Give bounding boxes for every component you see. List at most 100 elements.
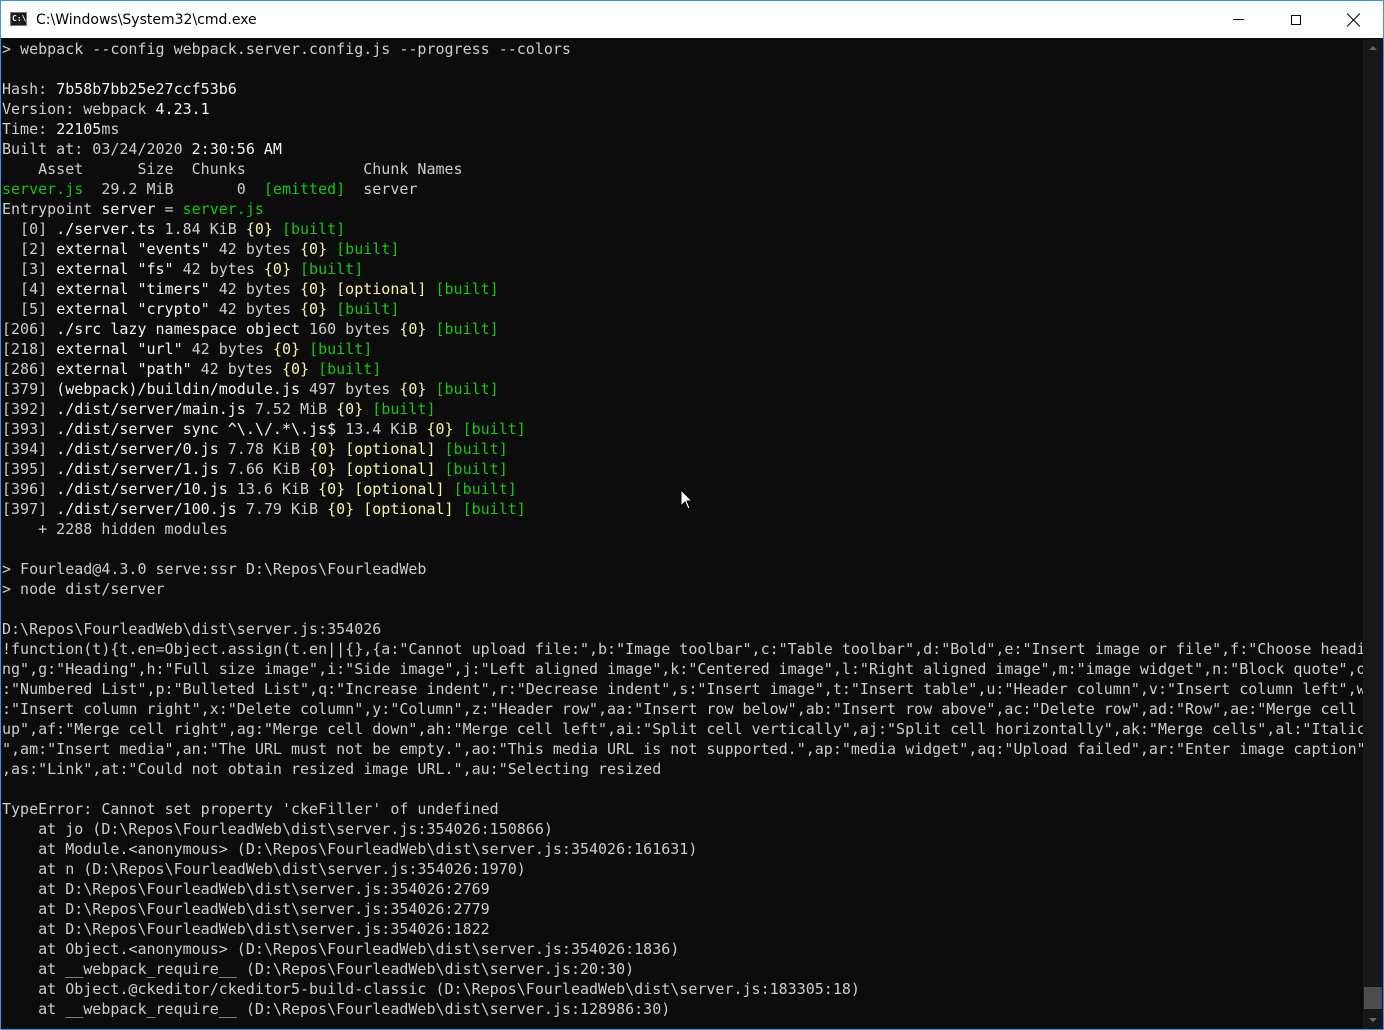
console-text: ./dist/server/0.js bbox=[56, 440, 219, 458]
console-text: Hash: bbox=[2, 80, 57, 98]
console-text: [394] bbox=[2, 440, 57, 458]
scroll-thumb[interactable] bbox=[1364, 987, 1382, 1009]
console-line: :"Numbered List",p:"Bulleted List",q:"In… bbox=[2, 679, 1363, 699]
console-text: [built] bbox=[453, 480, 517, 498]
cmd-app-icon[interactable]: C:\ bbox=[10, 12, 27, 26]
console-line: [218] external "url" 42 bytes {0} [built… bbox=[2, 339, 1363, 359]
console-text: 497 bytes bbox=[300, 380, 400, 398]
console-text: at __webpack_require__ (D:\Repos\Fourlea… bbox=[2, 960, 635, 978]
console-text: {0} bbox=[336, 400, 364, 418]
console-text: 1.84 KiB bbox=[155, 220, 246, 238]
console-text: [built] bbox=[336, 240, 400, 258]
console-text: [optional] bbox=[345, 440, 436, 458]
console-text: external "fs" bbox=[56, 260, 174, 278]
console-text: server.js bbox=[2, 180, 84, 198]
console-text: ./server.ts bbox=[56, 220, 156, 238]
console-line: [395] ./dist/server/1.js 7.66 KiB {0} [o… bbox=[2, 459, 1363, 479]
console-text: [395] bbox=[2, 460, 57, 478]
console-text: ./src lazy namespace object bbox=[56, 320, 301, 338]
console-text: :"Numbered List",p:"Bulleted List",q:"In… bbox=[2, 680, 1363, 698]
console-text: 13.4 KiB bbox=[336, 420, 427, 438]
console-text: external "events" bbox=[56, 240, 210, 258]
console-text: {0} bbox=[272, 340, 301, 358]
arrow-down-icon bbox=[1369, 1018, 1377, 1022]
console-text: Time: bbox=[2, 120, 57, 138]
console-output[interactable]: > webpack --config webpack.server.config… bbox=[2, 39, 1363, 1029]
console-line: > webpack --config webpack.server.config… bbox=[2, 39, 1363, 59]
console-text: TypeError: Cannot set property 'ckeFille… bbox=[2, 800, 499, 818]
console-text: server bbox=[345, 180, 418, 198]
console-text: external "crypto" bbox=[56, 300, 210, 318]
console-text: {0} bbox=[327, 500, 355, 518]
console-line: [393] ./dist/server sync ^\.\/.*\.js$ 13… bbox=[2, 419, 1363, 439]
console-line: at Object.<anonymous> (D:\Repos\Fourlead… bbox=[2, 939, 1363, 959]
console-text: { bbox=[245, 220, 255, 238]
console-text: 4.23.1 bbox=[155, 100, 210, 118]
console-text: [emitted] bbox=[263, 180, 346, 198]
scroll-down-button[interactable] bbox=[1363, 1011, 1383, 1029]
console-line: Asset Size Chunks Chunk Names bbox=[2, 159, 1363, 179]
console-text: 42 bytes bbox=[182, 340, 273, 358]
console-text: [393] bbox=[2, 420, 57, 438]
console-text: [optional] bbox=[354, 480, 445, 498]
console-line: ng",g:"Heading",h:"Full size image",i:"S… bbox=[2, 659, 1363, 679]
console-text: [0] bbox=[2, 220, 57, 238]
console-text: > node dist/server bbox=[2, 580, 165, 598]
minimize-icon bbox=[1232, 19, 1244, 20]
console-text: [379] bbox=[2, 380, 57, 398]
console-text: ./dist/server sync ^\.\/.*\.js$ bbox=[56, 420, 337, 438]
console-text: [built] bbox=[435, 380, 499, 398]
console-text: D:\Repos\FourleadWeb\dist\server.js:3540… bbox=[2, 620, 382, 638]
console-line: Entrypoint server = server.js bbox=[2, 199, 1363, 219]
console-line: [2] external "events" 42 bytes {0} [buil… bbox=[2, 239, 1363, 259]
console-text: [built] bbox=[444, 460, 508, 478]
close-button[interactable] bbox=[1325, 1, 1383, 38]
console-text: up",af:"Merge cell right",ag:"Merge cell… bbox=[2, 720, 1363, 738]
console-text: 7.78 KiB bbox=[218, 440, 310, 458]
window-title: C:\Windows\System32\cmd.exe bbox=[36, 12, 257, 28]
minimize-button[interactable] bbox=[1209, 1, 1267, 38]
console-text: at jo (D:\Repos\FourleadWeb\dist\server.… bbox=[2, 820, 553, 838]
console-line: at D:\Repos\FourleadWeb\dist\server.js:3… bbox=[2, 879, 1363, 899]
scroll-up-button[interactable] bbox=[1363, 39, 1383, 57]
close-icon bbox=[1347, 13, 1361, 27]
maximize-button[interactable] bbox=[1267, 1, 1325, 38]
console-line: server.js 29.2 MiB 0 [emitted] server bbox=[2, 179, 1363, 199]
console-line: at __webpack_require__ (D:\Repos\Fourlea… bbox=[2, 999, 1363, 1019]
console-text: [built] bbox=[336, 300, 400, 318]
console-text: Entrypoint bbox=[2, 200, 102, 218]
console-line: D:\Repos\FourleadWeb\dist\server.js:3540… bbox=[2, 619, 1363, 639]
console-text: {0} bbox=[318, 480, 346, 498]
console-line: Built at: 03/24/2020 2:30:56 AM bbox=[2, 139, 1363, 159]
console-line: [3] external "fs" 42 bytes {0} [built] bbox=[2, 259, 1363, 279]
console-text: {0} bbox=[309, 460, 337, 478]
console-line: TypeError: Cannot set property 'ckeFille… bbox=[2, 799, 1363, 819]
console-line: at D:\Repos\FourleadWeb\dist\server.js:3… bbox=[2, 919, 1363, 939]
vertical-scrollbar[interactable] bbox=[1363, 39, 1383, 1029]
console-text: server.js bbox=[182, 200, 264, 218]
console-line: !function(t){t.en=Object.assign(t.en||{}… bbox=[2, 639, 1363, 659]
title-bar[interactable]: C:\ C:\Windows\System32\cmd.exe bbox=[1, 1, 1383, 38]
console-line: at Module.<anonymous> (D:\Repos\Fourlead… bbox=[2, 839, 1363, 859]
console-text: 42 bytes bbox=[209, 240, 301, 258]
console-text: 29.2 MiB 0 bbox=[83, 180, 264, 198]
console-text: {0} bbox=[300, 300, 328, 318]
console-text: {0} bbox=[399, 380, 427, 398]
console-text: at D:\Repos\FourleadWeb\dist\server.js:3… bbox=[2, 880, 490, 898]
console-line: + 2288 hidden modules bbox=[2, 519, 1363, 539]
console-text: > webpack --config webpack.server.config… bbox=[2, 40, 571, 58]
console-text: {0} bbox=[300, 240, 328, 258]
console-text: ./dist/server/main.js bbox=[56, 400, 246, 418]
